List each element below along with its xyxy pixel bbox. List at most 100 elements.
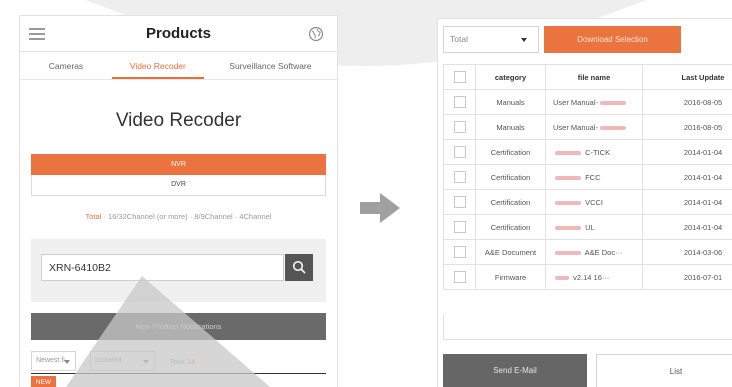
file-name-prefix: User Manual- <box>553 122 599 132</box>
row-checkbox[interactable] <box>453 171 466 183</box>
row-category: Manuals <box>475 89 546 115</box>
redacted-text <box>555 150 581 155</box>
row-checkbox[interactable] <box>453 96 466 108</box>
table-header-row: category file name Last Update <box>443 64 732 90</box>
row-category: Firmware <box>475 264 546 290</box>
row-file-name[interactable]: User Manual- <box>545 114 643 140</box>
select-all-checkbox[interactable] <box>453 71 466 83</box>
column-last-update: Last Update <box>642 64 732 90</box>
row-category: Manuals <box>475 114 546 140</box>
table-row: Manuals User Manual- 2016-08-05 <box>443 114 732 140</box>
nvr-button[interactable]: NVR <box>31 154 326 175</box>
chevron-down-icon <box>521 38 527 42</box>
type-select[interactable]: Total <box>443 26 539 53</box>
products-screen: Products Cameras Video Recoder Surveilla… <box>19 15 338 387</box>
download-screen: Total Download Selection category file n… <box>437 18 732 387</box>
row-select-cell <box>443 139 476 165</box>
redacted-text <box>555 175 581 180</box>
send-email-button[interactable]: Send E-Mail <box>443 354 587 387</box>
row-date: 2014-01-04 <box>642 139 732 165</box>
tab-video-recoder[interactable]: Video Recoder <box>111 52 204 79</box>
column-category: category <box>475 64 546 90</box>
tab-cameras[interactable]: Cameras <box>20 52 112 79</box>
search-area <box>31 239 326 302</box>
table-row: A&E Document A&E Doc··· 2014-03-06 <box>443 239 732 265</box>
row-select-cell <box>443 164 476 190</box>
row-file-name[interactable]: FCC <box>545 164 643 190</box>
table-row: Certification FCC 2014-01-04 <box>443 164 732 190</box>
row-date: 2014-01-04 <box>642 164 732 190</box>
total-count-label: Total <box>169 356 187 366</box>
redacted-text <box>600 100 627 105</box>
sort-select[interactable]: Newest fi <box>31 351 76 371</box>
arrow-right-icon <box>360 193 400 223</box>
row-select-cell <box>443 264 476 290</box>
table-row: Certification VCCI 2014-01-04 <box>443 189 732 215</box>
row-file-name[interactable]: A&E Doc··· <box>545 239 643 265</box>
new-badge: NEW <box>31 376 56 387</box>
table-row: Certification UL 2014-01-04 <box>443 214 732 240</box>
column-file-name: file name <box>545 64 643 90</box>
redacted-text <box>555 200 581 205</box>
chevron-down-icon <box>64 360 70 364</box>
row-date: 2014-01-04 <box>642 214 732 240</box>
included-select[interactable]: Included <box>90 351 155 371</box>
sort-controls: Newest fi Included Total 14 <box>31 351 337 371</box>
category-tabs: Cameras Video Recoder Surveillance Softw… <box>20 52 337 80</box>
table-row: Manuals User Manual- 2016-08-05 <box>443 89 732 115</box>
row-date: 2014-03-06 <box>642 239 732 265</box>
table-footer-space <box>443 314 732 340</box>
redacted-text <box>600 125 627 130</box>
row-select-cell <box>443 89 476 115</box>
row-select-cell <box>443 239 476 265</box>
product-list-item[interactable]: NEW <box>31 373 326 387</box>
row-file-name[interactable]: UL <box>545 214 643 240</box>
search-button[interactable] <box>285 254 313 281</box>
dvr-button[interactable]: DVR <box>31 175 326 196</box>
list-button[interactable]: List <box>596 354 732 387</box>
row-date: 2016-08-05 <box>642 114 732 140</box>
row-category: Certification <box>475 164 546 190</box>
filter-channels[interactable]: · 16/32Channel (or more) · 8/9Channel · … <box>101 212 271 221</box>
file-name-suffix: UL <box>585 222 595 232</box>
tab-surveillance-software[interactable]: Surveillance Software <box>204 52 337 79</box>
row-file-name[interactable]: User Manual- <box>545 89 643 115</box>
file-name-suffix: VCCI <box>585 197 604 207</box>
row-checkbox[interactable] <box>453 221 466 233</box>
file-name-suffix: C-TICK <box>585 147 611 157</box>
row-category: Certification <box>475 139 546 165</box>
total-count: Total 14 <box>169 357 195 366</box>
row-select-cell <box>443 114 476 140</box>
row-file-name[interactable]: VCCI <box>545 189 643 215</box>
table-row: Certification C-TICK 2014-01-04 <box>443 139 732 165</box>
filter-total[interactable]: Total <box>86 212 102 221</box>
search-input[interactable] <box>41 254 284 281</box>
row-checkbox[interactable] <box>453 146 466 158</box>
row-select-cell <box>443 189 476 215</box>
redacted-text <box>555 275 569 280</box>
row-date: 2016-08-05 <box>642 89 732 115</box>
section-heading: Video Recoder <box>115 110 242 131</box>
row-file-name[interactable]: C-TICK <box>545 139 643 165</box>
download-selection-button[interactable]: Download Selection <box>544 26 681 53</box>
channel-filter: Total · 16/32Channel (or more) · 8/9Chan… <box>20 212 337 221</box>
included-select-value: Included <box>95 357 122 364</box>
file-name-prefix: User Manual- <box>553 97 599 107</box>
globe-icon[interactable] <box>308 26 324 42</box>
new-product-notifications-button[interactable]: New Product Notifications <box>31 313 326 340</box>
row-checkbox[interactable] <box>453 271 466 283</box>
redacted-text <box>555 225 581 230</box>
row-checkbox[interactable] <box>453 246 466 258</box>
search-icon <box>292 260 306 274</box>
row-select-cell <box>443 214 476 240</box>
row-category: Certification <box>475 189 546 215</box>
row-date: 2014-01-04 <box>642 189 732 215</box>
row-checkbox[interactable] <box>453 196 466 208</box>
row-file-name[interactable]: v2.14 16··· <box>545 264 643 290</box>
row-checkbox[interactable] <box>453 121 466 133</box>
row-category: Certification <box>475 214 546 240</box>
app-header: Products <box>20 16 337 52</box>
file-name-suffix: FCC <box>585 172 601 182</box>
row-category: A&E Document <box>475 239 546 265</box>
table-row: Firmware v2.14 16··· 2016-07-01 <box>443 264 732 290</box>
